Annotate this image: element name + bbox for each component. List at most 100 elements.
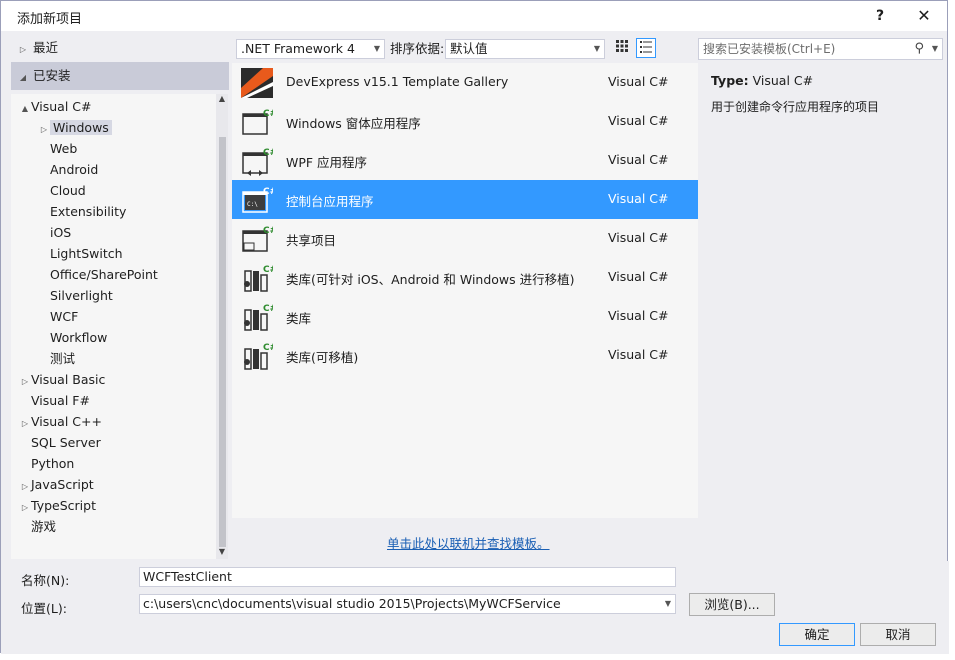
scroll-thumb[interactable] (219, 137, 226, 547)
type-line: Type: Visual C# (711, 73, 813, 88)
tree-item[interactable]: ▷ Visual Basic (19, 369, 105, 390)
tree-item-label: Android (50, 162, 99, 177)
tree-item[interactable]: iOS (38, 222, 71, 243)
template-name: Windows 窗体应用程序 (286, 116, 421, 131)
tree-item[interactable]: Silverlight (38, 285, 113, 306)
tree-item[interactable]: ▷ Visual C++ (19, 411, 102, 432)
cancel-button[interactable]: 取消 (860, 623, 936, 646)
tree-item[interactable]: Visual F# (19, 390, 90, 411)
portable-class-library-icon: C# (241, 341, 277, 371)
tree-item[interactable]: ▲ Visual C# (19, 96, 92, 117)
tree-item-label: 游戏 (31, 519, 57, 534)
location-field[interactable]: c:\users\cnc\documents\visual studio 201… (139, 594, 676, 614)
find-templates-online-link[interactable]: 单击此处以联机并查找模板。 (387, 533, 550, 552)
scroll-down-icon[interactable]: ▼ (216, 547, 228, 559)
tree-item[interactable]: Extensibility (38, 201, 126, 222)
template-name: 控制台应用程序 (286, 194, 374, 209)
template-language: Visual C# (608, 113, 669, 128)
tree-item[interactable]: Web (38, 138, 77, 159)
template-language: Visual C# (608, 230, 669, 245)
help-button[interactable]: ? (869, 5, 891, 27)
svg-text:C#: C# (263, 265, 273, 275)
template-name: 类库(可移植) (286, 350, 359, 365)
tree-item[interactable]: ▷ TypeScript (19, 495, 96, 516)
svg-text:C#: C# (263, 187, 273, 197)
expand-arrow-icon: ▷ (19, 45, 27, 54)
project-name-field[interactable]: WCFTestClient (139, 567, 676, 587)
tree-item[interactable]: 游戏 (19, 516, 56, 537)
sort-dropdown[interactable]: 默认值 ▼ (445, 39, 605, 59)
tree-item-label: Windows (50, 120, 112, 135)
close-button[interactable]: ✕ (913, 5, 935, 27)
template-row[interactable]: C# 共享项目 Visual C# (232, 219, 698, 258)
tree-item[interactable]: ▷ JavaScript (19, 474, 94, 495)
tree-item-label: Cloud (50, 183, 86, 198)
tree-item[interactable]: Cloud (38, 180, 86, 201)
expand-arrow-icon: ▷ (21, 419, 29, 428)
ok-button[interactable]: 确定 (779, 623, 855, 646)
tree-item-label: 最近 (32, 40, 58, 55)
class-library-icon: C# (241, 302, 277, 332)
tree-item[interactable]: SQL Server (19, 432, 101, 453)
template-description: 用于创建命令行应用程序的项目 (711, 100, 880, 114)
expand-arrow-icon: ▲ (21, 104, 29, 113)
devexpress-icon (241, 68, 273, 98)
tree-item-label: Visual C# (31, 99, 92, 114)
template-row[interactable]: C:\ C# 控制台应用程序 Visual C# (232, 180, 698, 219)
svg-text:C#: C# (263, 226, 273, 236)
tree-item[interactable]: Python (19, 453, 74, 474)
tree-item-label: Visual F# (31, 393, 90, 408)
template-name: 类库(可针对 iOS、Android 和 Windows 进行移植) (286, 272, 575, 287)
framework-value: .NET Framework 4 (241, 41, 355, 56)
small-icons-view-icon[interactable] (612, 38, 632, 58)
template-row[interactable]: C# 类库(可移植) Visual C# (232, 336, 698, 375)
template-row[interactable]: C# Windows 窗体应用程序 Visual C# (232, 102, 698, 141)
tree-item-label: iOS (50, 225, 72, 240)
tree-item-label: Visual C++ (31, 414, 102, 429)
chevron-down-icon[interactable]: ▼ (665, 595, 671, 613)
add-new-project-dialog: 添加新项目 ? ✕ ▷ 最近 ◢ 已安装 ▲ Visual C# ▷ Windows W… (0, 0, 949, 654)
tree-item-label: Visual Basic (31, 372, 106, 387)
expand-arrow-icon: ▷ (21, 503, 29, 512)
tree-scrollbar[interactable]: ▲ ▼ (216, 94, 228, 559)
expand-arrow-icon: ▷ (21, 377, 29, 386)
tree-item-label: Web (50, 141, 78, 156)
tree-item[interactable]: WCF (38, 306, 78, 327)
tree-item[interactable]: ▷ Windows (38, 117, 112, 138)
tree-item-label: Python (31, 456, 75, 471)
list-view-icon[interactable] (636, 38, 656, 58)
browse-button[interactable]: 浏览(B)... (689, 593, 775, 616)
name-label: 名称(N): (21, 573, 70, 588)
template-language: Visual C# (608, 308, 669, 323)
svg-text:C:\: C:\ (247, 201, 258, 208)
category-tree: ▲ Visual C# ▷ Windows Web Android Cloud Extensi… (11, 94, 216, 559)
type-value: Visual C# (752, 73, 814, 88)
template-list: DevExpress v15.1 Template Gallery Visual … (232, 63, 698, 518)
template-language: Visual C# (608, 74, 669, 89)
installed-header[interactable]: ◢ 已安装 (11, 62, 229, 90)
search-input[interactable]: 搜索已安装模板(Ctrl+E) ⚲ ▼ (698, 38, 943, 60)
tree-item-label: TypeScript (31, 498, 96, 513)
scroll-up-icon[interactable]: ▲ (216, 94, 228, 106)
tree-item[interactable]: Workflow (38, 327, 107, 348)
search-placeholder: 搜索已安装模板(Ctrl+E) (703, 42, 836, 56)
expand-arrow-icon: ▷ (40, 125, 48, 134)
template-name: WPF 应用程序 (286, 155, 368, 170)
tree-item[interactable]: 测试 (38, 348, 75, 369)
template-name: DevExpress v15.1 Template Gallery (286, 74, 509, 89)
template-row[interactable]: C# 类库 Visual C# (232, 297, 698, 336)
template-row[interactable]: C# WPF 应用程序 Visual C# (232, 141, 698, 180)
console-app-icon: C:\ C# (241, 185, 277, 215)
search-icon[interactable]: ⚲ (914, 39, 924, 59)
tree-item[interactable]: Android (38, 159, 98, 180)
tree-item-label: 已安装 (32, 68, 71, 83)
project-name-value: WCFTestClient (143, 569, 232, 584)
tree-item-recent[interactable]: ▷ 最近 (17, 37, 58, 58)
tree-item[interactable]: Office/SharePoint (38, 264, 158, 285)
template-row[interactable]: DevExpress v15.1 Template Gallery Visual … (232, 63, 698, 102)
type-label: Type: (711, 73, 749, 88)
template-row[interactable]: C# 类库(可针对 iOS、Android 和 Windows 进行移植) Visu… (232, 258, 698, 297)
window-title: 添加新项目 (17, 12, 83, 27)
framework-dropdown[interactable]: .NET Framework 4 ▼ (236, 39, 385, 59)
tree-item[interactable]: LightSwitch (38, 243, 123, 264)
